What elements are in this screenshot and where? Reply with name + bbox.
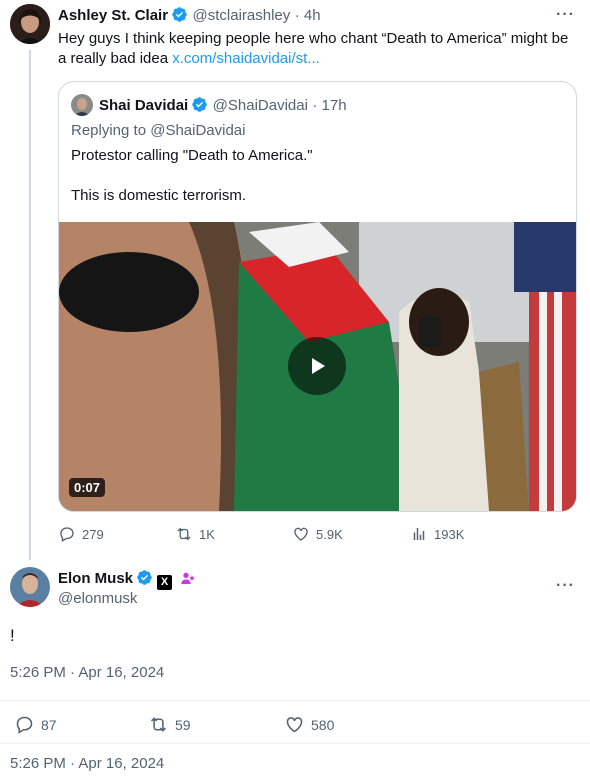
heart-icon [286,717,303,733]
main-reply-count: 87 [41,716,57,733]
video-duration: 0:07 [69,478,106,497]
x-affiliate-badge: X [157,575,173,590]
main-tweet-text: ! [10,626,15,645]
views-count: 193K [434,526,465,542]
divider [0,700,590,701]
views-button[interactable]: 193K [410,525,464,543]
main-repost-count: 59 [175,716,191,733]
tweet-link[interactable]: x.com/shaidavidai/st... [172,50,320,67]
repost-icon [177,527,191,541]
divider [0,743,590,744]
quote-author-name: Shai Davidai [99,97,189,114]
avatar-image [10,4,50,44]
thread-line [29,50,31,560]
avatar-image [71,94,93,116]
main-like-button[interactable]: 580 [284,714,334,735]
video-thumbnail[interactable]: 0:07 [59,222,576,511]
verified-icon [137,570,152,585]
quote-header: Shai Davidai @ShaiDavidai · 17h [99,96,347,115]
more-options-icon[interactable]: ··· [556,577,575,595]
main-repost-button[interactable]: 59 [148,714,191,735]
quoted-tweet[interactable]: Shai Davidai @ShaiDavidai · 17h Replying… [58,81,577,512]
quote-text-2: This is domestic terrorism. [71,187,247,204]
author-handle[interactable]: @stclairashley [193,7,291,24]
more-options-icon[interactable]: ··· [556,6,575,24]
reply-icon [60,527,74,542]
tweet1-header: Ashley St. Clair @stclairashley · 4h [58,6,321,25]
heart-icon [294,527,308,541]
play-icon [312,358,325,374]
author-name[interactable]: Ashley St. Clair [58,7,168,24]
main-tweet-timestamp[interactable]: 5:26 PM · Apr 16, 2024 [10,664,164,681]
avatar-shai [71,94,93,116]
quote-text-1: Protestor calling "Death to America." [71,147,313,164]
footer-timestamp[interactable]: 5:26 PM · Apr 16, 2024 [10,755,164,772]
main-like-count: 580 [311,716,335,733]
reply-button[interactable]: 279 [58,525,104,543]
repost-icon [150,717,167,732]
person-badge-icon [181,572,196,584]
main-author-name[interactable]: Elon Musk [58,570,133,587]
views-icon [413,528,425,540]
repost-button[interactable]: 1K [175,525,215,543]
verified-icon [192,97,207,112]
quote-author-handle: @ShaiDavidai [212,97,308,114]
repost-count: 1K [199,526,215,542]
main-author-handle[interactable]: @elonmusk [58,590,137,607]
avatar-ashley[interactable] [10,4,50,44]
tweet-time[interactable]: · 4h [295,7,321,24]
quote-time: · 17h [312,97,347,114]
tweet1-text: Hey guys I think keeping people here who… [58,29,578,69]
avatar-elon[interactable] [10,567,50,607]
like-count: 5.9K [316,526,343,542]
replying-to: Replying to @ShaiDavidai [71,122,246,139]
verified-icon [172,7,187,22]
reply-count: 279 [82,526,104,542]
main-reply-button[interactable]: 87 [14,714,57,735]
like-button[interactable]: 5.9K [292,525,343,543]
avatar-image [10,567,50,607]
reply-icon [16,716,33,734]
main-tweet-header: Elon Musk X [58,569,196,590]
play-button[interactable] [288,337,346,395]
